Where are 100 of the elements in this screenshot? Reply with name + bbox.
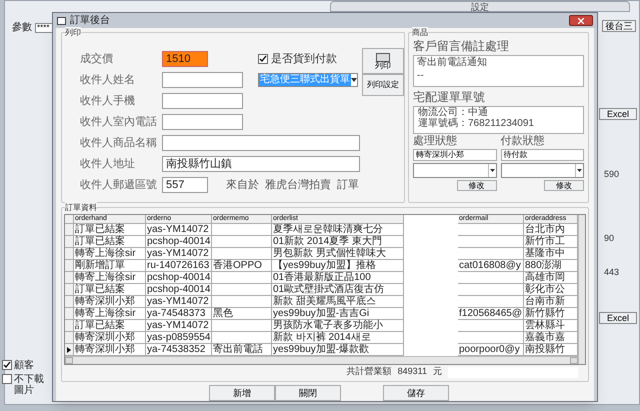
print-settings-button[interactable]: 列印設定 [362,74,404,96]
table-cell [458,320,524,332]
table-cell: ru-140726163 [146,260,212,272]
table-cell: 轉寄上海徐sir [74,308,146,320]
table-cell: yas-p0859554 [146,332,212,344]
table-cell: 夏季새로운韓味清爽七分 [272,224,404,236]
group-title: 商品 [412,27,428,39]
table-cell: 新款 甜美耀馬風平底스 [272,296,404,308]
table-cell [458,332,524,344]
caret-icon [351,78,357,82]
checkbox[interactable] [2,374,12,384]
table-cell: 男包新款 男式個性韓味大 [272,248,404,260]
table-cell: 彰化市公 [524,284,578,296]
group-title: 列印 [65,27,81,39]
status-dropdown[interactable] [413,163,496,178]
field-label: 收件人姓名 [80,72,136,88]
text-field[interactable]: 1510 [162,51,208,67]
table-cell [458,284,524,296]
table-cell [458,296,524,308]
print-button[interactable]: 列印 [362,48,404,74]
text-field[interactable] [162,93,243,109]
table-cell: cat016808@y [458,260,524,272]
field-label: 成交價 [80,52,114,67]
text-field[interactable] [162,72,243,88]
table-cell [212,236,272,248]
table-cell: pcshop-40014 [146,272,212,284]
table-cell [458,272,524,284]
table-cell: 轉寄深圳小郑 [74,344,146,356]
tracking-box[interactable]: 物流公司：中通 運單號碼：768211234091 [413,106,584,134]
table-cell: 台南市新 [524,296,578,308]
row-pointer-icon [67,346,71,352]
section-label: 處理狀態 [413,135,458,147]
text-field[interactable]: 557 [162,177,208,193]
close-button[interactable] [569,15,593,26]
tab[interactable]: 設定 [330,1,630,12]
table-cell: yes99buy加盟-吉吉Gi [272,308,404,320]
checkbox[interactable] [2,360,12,370]
table-cell: 01歐式壁掛式酒店復古仿 [272,284,404,296]
table-cell: yas-YM14072 [146,224,212,236]
blank-area [404,215,458,224]
horizontal-scrollbar[interactable] [65,356,578,364]
table-cell: 基隆市中 [524,248,578,260]
table-cell: 【yes99buy加盟】推格 [272,260,404,272]
checkbox-label: 是否貨到付款 [271,52,337,67]
checkbox-label: 不下載圖片 [14,374,45,396]
table-cell: 新款 바지裤 2014새로 [272,332,404,344]
table-cell: 新竹縣竹 [524,308,578,320]
table-cell: 訂單已結案 [74,236,146,248]
status-field[interactable]: 轉寄深圳小郑 [413,149,496,161]
dialog-button[interactable]: 新增 [209,385,275,401]
unit-text: 元 [433,365,442,378]
excel-button[interactable]: Excel [599,312,637,324]
close-icon [578,18,584,24]
table-cell [212,332,272,344]
table-cell: pcshop-40014 [146,284,212,296]
excel-button[interactable]: Excel [599,108,637,120]
table-cell [212,296,272,308]
text-field[interactable] [162,135,360,151]
table-cell: ya-74538352 [146,344,212,356]
table-cell: 台北市內 [524,224,578,236]
group-title: 訂單資料 [65,202,97,214]
source-text: 來自於 雅虎台灣拍賣 訂單 [226,178,360,193]
text-field[interactable] [162,114,243,130]
table-cell: 訂單已結案 [74,284,146,296]
dialog-button[interactable]: 關閉 [275,385,341,401]
field-label: 收件人地址 [80,156,136,172]
table-cell [212,224,272,236]
table-cell: 嘉義市嘉 [524,332,578,344]
total-value: 849311 [398,365,427,378]
table-cell: 寄出前電話 [212,344,272,356]
checkmark-icon [3,361,11,369]
table-cell [212,284,272,296]
dropdown-value: 宅急便三聯式出貨單 [259,74,351,86]
vertical-scrollbar[interactable] [578,215,585,364]
field-label: 收件人商品名稱 [80,136,158,151]
table-cell: 男孩防水電子表多功能小 [272,320,404,332]
status-field[interactable]: 待付款 [500,149,584,161]
dialog-button[interactable]: 儲存 [383,385,449,401]
table-cell: 南投縣竹 [524,344,578,356]
edit-button[interactable]: 修改 [544,180,584,191]
table-cell: pcshop-40014 [146,236,212,248]
status-dropdown[interactable] [500,163,584,178]
checkbox[interactable] [258,54,268,64]
memo-box[interactable]: 寄出前電話通知 -- [413,55,584,87]
table-cell [212,272,272,284]
table-cell: 新竹市工 [524,236,578,248]
total-field[interactable] [448,366,578,378]
checkbox-label: 顧客 [14,360,35,371]
table-cell: 01香港最新版正品100 [272,272,404,284]
section-label: 宅配運單單號 [413,89,486,106]
side-button[interactable]: 後台三 [602,20,636,32]
table-cell: 轉寄上海徐sir [74,248,146,260]
window-icon [57,16,66,24]
amount-text: 590 [604,168,620,181]
table-cell: 訂單已結案 [74,224,146,236]
text-field[interactable]: 南投縣竹山鎮 [162,156,360,172]
caret-icon [577,169,582,172]
edit-button[interactable]: 修改 [456,180,496,191]
row-selector[interactable] [65,344,74,356]
field-label: 收件人手機 [80,94,136,109]
